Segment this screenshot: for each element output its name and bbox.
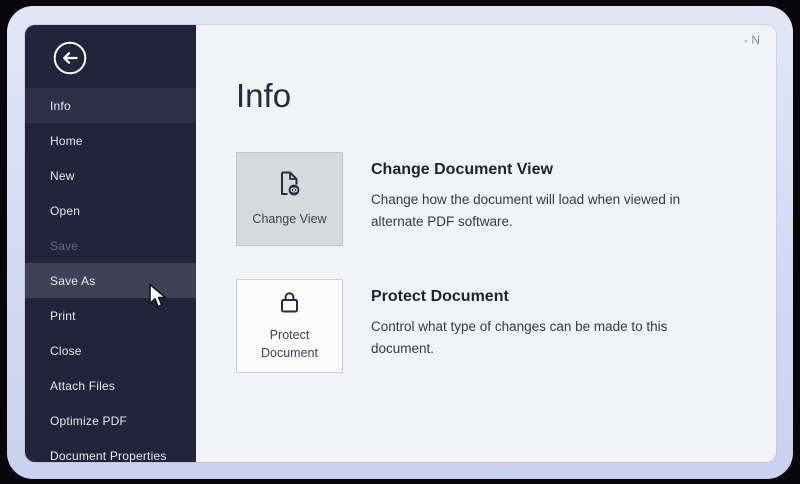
change-view-heading: Change Document View xyxy=(371,161,553,178)
sidebar-item-close[interactable]: Close xyxy=(25,333,196,368)
protect-document-button-label: Protect Document xyxy=(261,327,318,361)
backstage-nav: Info Home New Open Save Save As Print Cl… xyxy=(25,88,196,462)
section-change-document-view: Change View Change Document View Change … xyxy=(236,152,776,246)
sidebar-item-open[interactable]: Open xyxy=(25,193,196,228)
change-view-text: Change Document View Change how the docu… xyxy=(371,152,701,232)
protect-document-text: Protect Document Control what type of ch… xyxy=(371,279,701,359)
change-view-button-label: Change View xyxy=(252,211,327,226)
change-view-description: Change how the document will load when v… xyxy=(371,192,681,229)
sidebar-item-print[interactable]: Print xyxy=(25,298,196,333)
document-view-icon xyxy=(277,170,302,202)
window-title-fragment: - N xyxy=(744,33,760,47)
change-view-button[interactable]: Change View xyxy=(236,152,343,246)
app-backstage-window: Info Home New Open Save Save As Print Cl… xyxy=(25,25,776,462)
protect-document-description: Control what type of changes can be made… xyxy=(371,319,668,356)
back-arrow-circle-icon xyxy=(53,41,87,80)
sidebar-item-new[interactable]: New xyxy=(25,158,196,193)
back-button[interactable] xyxy=(53,41,87,80)
sidebar-item-save: Save xyxy=(50,238,79,253)
section-protect-document: Protect Document Protect Document Contro… xyxy=(236,279,776,373)
protect-document-button[interactable]: Protect Document xyxy=(236,279,343,373)
sidebar-item-attach-files[interactable]: Attach Files xyxy=(25,368,196,403)
screenshot-stage: Info Home New Open Save Save As Print Cl… xyxy=(0,0,800,484)
sidebar-item-document-properties[interactable]: Document Properties xyxy=(25,438,196,463)
info-sections: Change View Change Document View Change … xyxy=(236,152,776,373)
sidebar-item-info[interactable]: Info xyxy=(25,88,196,123)
protect-document-heading: Protect Document xyxy=(371,288,509,305)
lock-icon xyxy=(278,290,301,319)
sidebar-item-save-as[interactable]: Save As xyxy=(25,263,196,298)
backstage-content: - N Info Change View Change Document Vie… xyxy=(196,25,776,462)
sidebar-item-optimize-pdf[interactable]: Optimize PDF xyxy=(25,403,196,438)
backstage-sidebar: Info Home New Open Save Save As Print Cl… xyxy=(25,25,196,462)
sidebar-item-home[interactable]: Home xyxy=(25,123,196,158)
page-title: Info xyxy=(236,77,292,114)
